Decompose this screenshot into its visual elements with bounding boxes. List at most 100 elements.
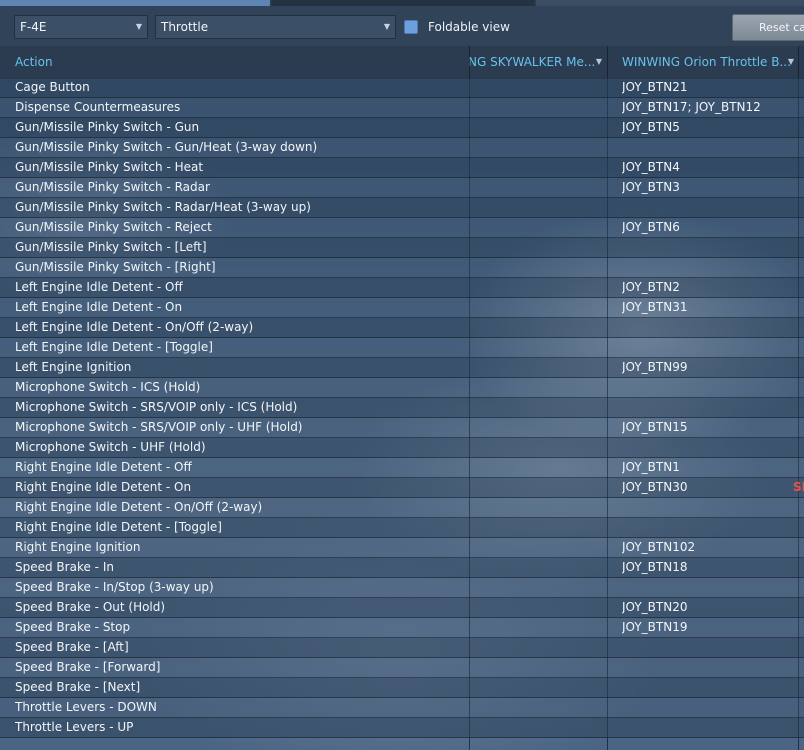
skywalker-binding-cell[interactable] [470,398,606,417]
extra-binding-cell[interactable] [793,238,804,257]
extra-binding-cell[interactable] [793,98,804,117]
table-row[interactable]: Left Engine Ignition JOY_BTN99 [0,358,804,378]
table-row[interactable]: Gun/Missile Pinky Switch - Radar/Heat (3… [0,198,804,218]
orion-binding-cell[interactable] [622,378,798,397]
skywalker-binding-cell[interactable] [470,198,606,217]
extra-binding-cell[interactable] [793,258,804,277]
skywalker-binding-cell[interactable] [470,318,606,337]
table-row[interactable]: Right Engine Idle Detent - On JOY_BTN30SP [0,478,804,498]
extra-binding-cell[interactable] [793,558,804,577]
extra-binding-cell[interactable] [793,598,804,617]
orion-binding-cell[interactable]: JOY_BTN99 [622,358,798,377]
extra-binding-cell[interactable] [793,438,804,457]
extra-binding-cell[interactable] [793,278,804,297]
extra-binding-cell[interactable] [793,618,804,637]
extra-binding-cell[interactable] [793,218,804,237]
table-row[interactable]: Speed Brake - [Forward] [0,658,804,678]
table-row[interactable]: Dispense Countermeasures JOY_BTN17; JOY_B… [0,98,804,118]
table-row[interactable]: Right Engine Idle Detent - Off JOY_BTN1 [0,458,804,478]
skywalker-binding-cell[interactable] [470,238,606,257]
extra-binding-cell[interactable] [793,518,804,537]
table-row[interactable]: Gun/Missile Pinky Switch - Gun/Heat (3-w… [0,138,804,158]
table-row[interactable]: Microphone Switch - ICS (Hold) [0,378,804,398]
orion-binding-cell[interactable] [622,518,798,537]
orion-binding-cell[interactable]: JOY_BTN21 [622,78,798,97]
table-row[interactable]: Speed Brake - In/Stop (3-way up) [0,578,804,598]
aircraft-select[interactable]: F-4E ▼ [14,15,148,39]
orion-binding-cell[interactable] [622,318,798,337]
table-row[interactable]: Gun/Missile Pinky Switch - Radar JOY_BTN3 [0,178,804,198]
orion-binding-cell[interactable]: JOY_BTN6 [622,218,798,237]
skywalker-binding-cell[interactable] [470,218,606,237]
table-row[interactable]: Right Engine Ignition JOY_BTN102 [0,538,804,558]
table-row[interactable]: Left Engine Idle Detent - [Toggle] [0,338,804,358]
extra-binding-cell[interactable] [793,638,804,657]
table-row[interactable]: Microphone Switch - UHF (Hold) [0,438,804,458]
extra-binding-cell[interactable] [793,318,804,337]
extra-binding-cell[interactable] [793,358,804,377]
skywalker-binding-cell[interactable] [470,478,606,497]
column-header-action[interactable]: Action [15,46,465,78]
skywalker-binding-cell[interactable] [470,258,606,277]
orion-binding-cell[interactable]: JOY_BTN30 [622,478,798,497]
orion-binding-cell[interactable] [622,718,798,737]
table-row[interactable]: Gun/Missile Pinky Switch - Heat JOY_BTN4 [0,158,804,178]
extra-binding-cell[interactable] [793,698,804,717]
orion-binding-cell[interactable]: JOY_BTN31 [622,298,798,317]
table-row[interactable]: Speed Brake - Out (Hold) JOY_BTN20 [0,598,804,618]
orion-binding-cell[interactable] [622,638,798,657]
extra-binding-cell[interactable] [793,678,804,697]
orion-binding-cell[interactable]: JOY_BTN18 [622,558,798,577]
orion-binding-cell[interactable]: JOY_BTN17; JOY_BTN12 [622,98,798,117]
extra-binding-cell[interactable] [793,158,804,177]
orion-binding-cell[interactable]: JOY_BTN3 [622,178,798,197]
skywalker-binding-cell[interactable] [470,278,606,297]
column-header-orion[interactable]: WINWING Orion Throttle B... ▼ [622,46,798,78]
orion-binding-cell[interactable] [622,438,798,457]
skywalker-binding-cell[interactable] [470,458,606,477]
extra-binding-cell[interactable] [793,498,804,517]
table-row[interactable]: Speed Brake - Stop JOY_BTN19 [0,618,804,638]
table-row[interactable]: Microphone Switch - SRS/VOIP only - UHF … [0,418,804,438]
orion-binding-cell[interactable] [622,578,798,597]
skywalker-binding-cell[interactable] [470,518,606,537]
skywalker-binding-cell[interactable] [470,698,606,717]
skywalker-binding-cell[interactable] [470,658,606,677]
extra-binding-cell[interactable] [793,298,804,317]
table-row[interactable]: Left Engine Idle Detent - Off JOY_BTN2 [0,278,804,298]
orion-binding-cell[interactable] [622,338,798,357]
skywalker-binding-cell[interactable] [470,338,606,357]
orion-binding-cell[interactable]: JOY_BTN5 [622,118,798,137]
table-row[interactable]: Left Engine Idle Detent - On/Off (2-way) [0,318,804,338]
orion-binding-cell[interactable]: JOY_BTN2 [622,278,798,297]
skywalker-binding-cell[interactable] [470,118,606,137]
extra-binding-cell[interactable]: SP [793,478,804,497]
skywalker-binding-cell[interactable] [470,718,606,737]
table-row[interactable]: Cage Button JOY_BTN21 [0,78,804,98]
table-row[interactable]: Gun/Missile Pinky Switch - [Right] [0,258,804,278]
orion-binding-cell[interactable]: JOY_BTN19 [622,618,798,637]
orion-binding-cell[interactable]: JOY_BTN15 [622,418,798,437]
orion-binding-cell[interactable] [622,198,798,217]
reset-category-button[interactable]: Reset ca [732,14,804,41]
extra-binding-cell[interactable] [793,458,804,477]
orion-binding-cell[interactable] [622,698,798,717]
skywalker-binding-cell[interactable] [470,498,606,517]
table-row[interactable]: Gun/Missile Pinky Switch - Reject JOY_BTN… [0,218,804,238]
orion-binding-cell[interactable] [622,258,798,277]
orion-binding-cell[interactable] [622,498,798,517]
orion-binding-cell[interactable]: JOY_BTN1 [622,458,798,477]
skywalker-binding-cell[interactable] [470,598,606,617]
extra-binding-cell[interactable] [793,78,804,97]
orion-binding-cell[interactable] [622,658,798,677]
skywalker-binding-cell[interactable] [470,578,606,597]
skywalker-binding-cell[interactable] [470,618,606,637]
skywalker-binding-cell[interactable] [470,138,606,157]
extra-binding-cell[interactable] [793,658,804,677]
foldable-view-checkbox[interactable] [404,20,418,34]
table-row[interactable]: Gun/Missile Pinky Switch - [Left] [0,238,804,258]
table-row[interactable]: Speed Brake - In JOY_BTN18 [0,558,804,578]
table-row[interactable]: Microphone Switch - SRS/VOIP only - ICS … [0,398,804,418]
extra-binding-cell[interactable] [793,578,804,597]
extra-binding-cell[interactable] [793,718,804,737]
